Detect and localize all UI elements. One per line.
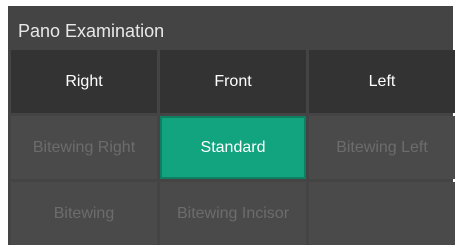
right-button[interactable]: Right [11, 50, 157, 113]
front-button[interactable]: Front [160, 50, 306, 113]
panel-title: Pano Examination [18, 21, 165, 41]
standard-button[interactable]: Standard [160, 116, 306, 179]
empty-cell [309, 182, 455, 245]
bitewing-left-button[interactable]: Bitewing Left [309, 116, 455, 179]
bitewing-incisor-button[interactable]: Bitewing Incisor [160, 182, 306, 245]
exam-button-grid: Right Front Left Bitewing Right Standard… [11, 50, 455, 245]
left-button[interactable]: Left [309, 50, 455, 113]
bitewing-button[interactable]: Bitewing [11, 182, 157, 245]
pano-examination-panel: Pano Examination Right Front Left Bitewi… [8, 6, 455, 245]
bitewing-right-button[interactable]: Bitewing Right [11, 116, 157, 179]
